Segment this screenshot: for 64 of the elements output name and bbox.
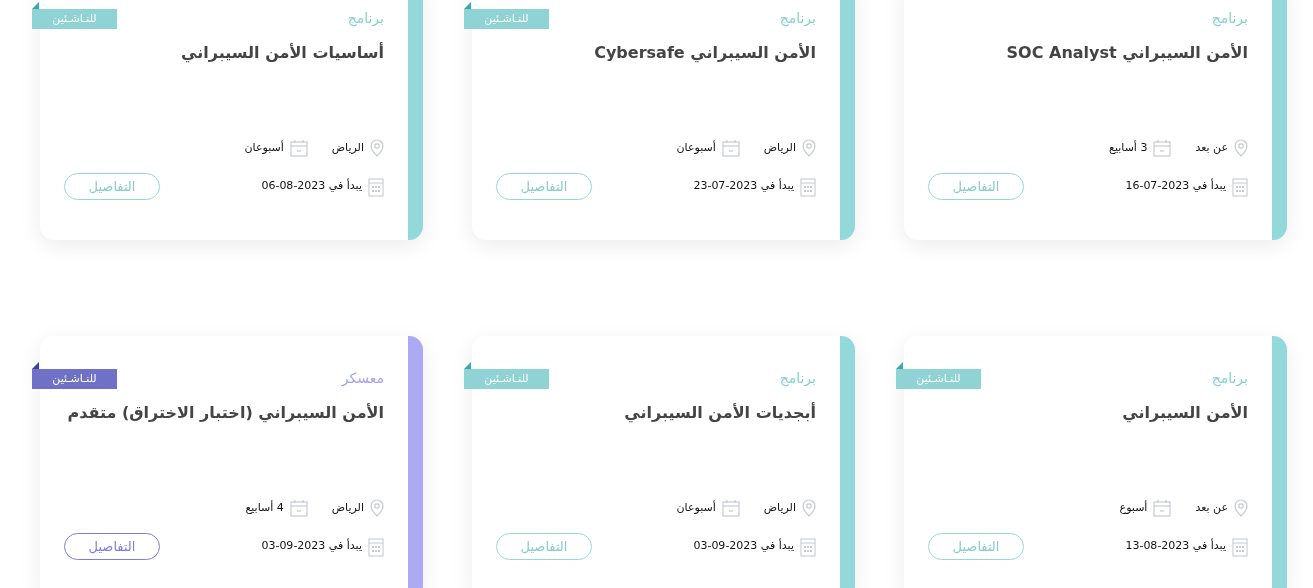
- category-label: برنامج: [347, 9, 384, 28]
- calendar-icon: [1153, 499, 1172, 517]
- course-title: الأمن السيبراني SOC Analyst: [1005, 42, 1248, 64]
- location-pin-icon: [802, 139, 816, 157]
- duration-text: أسبوعان: [676, 139, 716, 156]
- audience-tag: للنـاشـئين: [32, 369, 117, 389]
- category-label: برنامج: [1211, 9, 1248, 28]
- location-pin-icon: [1234, 139, 1248, 157]
- ribbon-fold: [32, 362, 39, 369]
- location-text: عن بعد: [1195, 499, 1228, 516]
- location-pin-icon: [802, 499, 816, 517]
- location-text: الرياض: [331, 499, 364, 516]
- duration-text: 3 أسابيع: [1109, 139, 1148, 156]
- calendar-grid-icon: [1232, 176, 1248, 197]
- calendar-grid-icon: [368, 176, 384, 197]
- course-title: أساسيات الأمن السيبراني: [180, 42, 384, 64]
- ribbon-fold: [464, 2, 471, 9]
- location-text: الرياض: [763, 499, 796, 516]
- location-text: عن بعد: [1195, 139, 1228, 156]
- category-label: برنامج: [1211, 369, 1248, 388]
- calendar-icon: [1153, 139, 1172, 157]
- details-button[interactable]: التفاصيل: [496, 173, 592, 200]
- category-label: برنامج: [779, 9, 816, 28]
- calendar-grid-icon: [800, 536, 816, 557]
- location-pin-icon: [370, 499, 384, 517]
- start-date: يبدأ في 2023-09-03: [693, 538, 794, 555]
- ribbon-fold: [464, 362, 471, 369]
- start-date: يبدأ في 2023-07-23: [693, 178, 794, 195]
- location-pin-icon: [1234, 499, 1248, 517]
- calendar-icon: [721, 499, 740, 517]
- audience-tag: للنـاشـئين: [896, 369, 981, 389]
- duration-text: أسبوع: [1119, 499, 1148, 516]
- ribbon-fold: [32, 2, 39, 9]
- start-date: يبدأ في 2023-09-03: [261, 538, 362, 555]
- calendar-grid-icon: [368, 536, 384, 557]
- duration-text: أسبوعان: [244, 139, 284, 156]
- ribbon-fold: [896, 362, 903, 369]
- course-title: أبجديات الأمن السيبراني: [623, 402, 816, 424]
- calendar-icon: [721, 139, 740, 157]
- calendar-grid-icon: [800, 176, 816, 197]
- audience-tag: للنـاشـئين: [464, 9, 549, 29]
- duration-text: 4 أسابيع: [245, 499, 284, 516]
- details-button[interactable]: التفاصيل: [928, 173, 1024, 200]
- location-text: الرياض: [331, 139, 364, 156]
- details-button[interactable]: التفاصيل: [64, 173, 160, 200]
- calendar-icon: [289, 499, 308, 517]
- details-button[interactable]: التفاصيل: [496, 533, 592, 560]
- details-button[interactable]: التفاصيل: [928, 533, 1024, 560]
- location-pin-icon: [370, 139, 384, 157]
- course-title: الأمن السيبراني Cybersafe: [593, 42, 816, 64]
- calendar-grid-icon: [1232, 536, 1248, 557]
- course-title: الأمن السيبراني (اختبار الاختراق) متقدم: [66, 402, 384, 424]
- category-label: معسكر: [341, 369, 384, 388]
- course-title: الأمن السيبراني: [1121, 402, 1248, 424]
- duration-text: أسبوعان: [676, 499, 716, 516]
- start-date: يبدأ في 2023-07-16: [1125, 178, 1226, 195]
- start-date: يبدأ في 2023-08-13: [1125, 538, 1226, 555]
- details-button[interactable]: التفاصيل: [64, 533, 160, 560]
- location-text: الرياض: [763, 139, 796, 156]
- audience-tag: للنـاشـئين: [32, 9, 117, 29]
- category-label: برنامج: [779, 369, 816, 388]
- audience-tag: للنـاشـئين: [464, 369, 549, 389]
- start-date: يبدأ في 2023-08-06: [261, 178, 362, 195]
- calendar-icon: [289, 139, 308, 157]
